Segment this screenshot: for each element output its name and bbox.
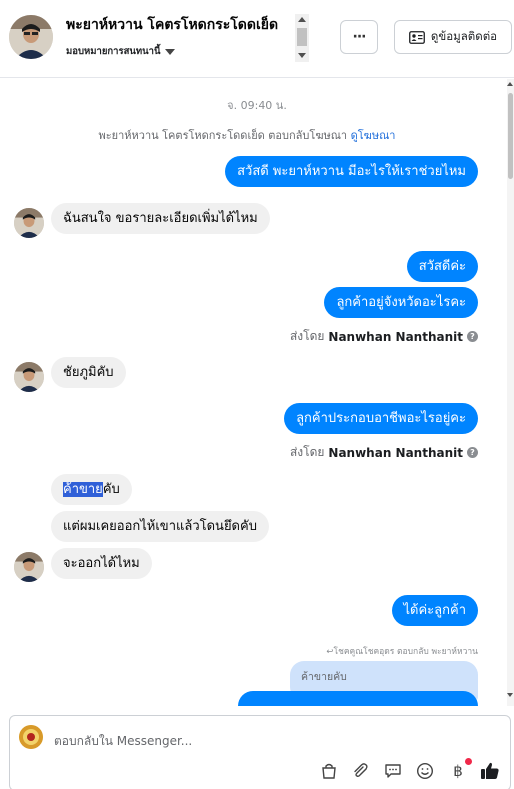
scroll-thumb[interactable] [297,28,307,46]
message-outgoing[interactable]: สวัสดี พะยาห์หวาน มีอะไรให้เราช่วยไหม [225,156,478,187]
sent-by-label: ส่งโดย Nanwhan Nanthanit ? [290,327,478,346]
help-icon[interactable]: ? [467,447,478,458]
scroll-up-arrow-icon[interactable] [298,17,306,22]
message-incoming[interactable]: ค้าขายคับ [51,474,132,505]
view-contact-label: ดูข้อมูลติดต่อ [430,29,498,43]
sender-name: Nanwhan Nanthanit [328,445,463,460]
assign-label: มอบหมายการสนทนานี้ [66,46,161,57]
chevron-down-icon [164,49,175,55]
message-text: คับ [102,482,120,497]
sent-by-prefix: ส่งโดย [289,445,325,459]
scroll-up-arrow-icon[interactable] [507,82,513,86]
view-ad-link[interactable]: ดูโฆษณา [351,129,396,142]
conversation-header: พะยาห์หวาน โคตรโหดกระโดดเย็ด มอบหมายการส… [0,0,514,78]
contact-name[interactable]: พะยาห์หวาน โคตรโหดกระโดดเย็ด [66,14,278,36]
baht-icon: ฿ [453,762,463,780]
emoji-icon[interactable] [414,760,436,782]
selected-text: ค้าขาย [63,482,103,497]
attachment-icon[interactable] [349,760,371,782]
contact-avatar-small [14,362,44,392]
contact-card-icon [409,30,425,44]
message-outgoing[interactable]: ลูกค้าประกอบอาชีพอะไรอยู่คะ [284,403,478,434]
reply-input[interactable]: ตอบกลับใน Messenger... [54,732,192,751]
message-incoming[interactable]: ฉันสนใจ ขอรายละเอียดเพิ่มได้ไหม [51,203,270,234]
message-outgoing[interactable]: สวัสดีค่ะ [406,251,478,282]
sent-by-label: ส่งโดย Nanwhan Nanthanit ? [290,443,478,462]
ad-reply-text: พะยาห์หวาน โคตรโหดกระโดดเย็ด ตอบกลับโฆษณ… [98,129,348,142]
saved-replies-icon[interactable] [382,760,404,782]
thread-scrollbar[interactable] [507,79,514,706]
message-incoming[interactable]: แต่ผมเคยออกไห้เขาแล้วโดนยึดคับ [51,511,269,542]
message-timestamp: จ. 09:40 น. [227,99,287,112]
payment-icon[interactable]: ฿ [447,758,472,782]
more-icon: ··· [352,29,367,45]
contact-avatar-small [14,552,44,582]
page-avatar [19,725,43,749]
more-options-button[interactable]: ··· [340,20,378,54]
message-composer[interactable]: ตอบกลับใน Messenger... ฿ [9,715,511,789]
message-incoming[interactable]: จะออกได้ไหม [51,548,152,579]
view-contact-button[interactable]: ดูข้อมูลติดต่อ [394,20,512,54]
sender-name: Nanwhan Nanthanit [328,329,463,344]
reply-note: ↩โชคคูณโชคอุดร ตอบกลับ พะยาห์หวาน [326,644,478,658]
message-outgoing[interactable]: ได้ค่ะลูกค้า [391,595,478,626]
scroll-down-arrow-icon[interactable] [507,693,513,697]
notification-dot [465,758,472,765]
contact-avatar[interactable] [9,15,53,59]
scroll-thumb[interactable] [508,93,513,179]
message-thread[interactable]: จ. 09:40 น. พะยาห์หวาน โคตรโหดกระโดดเย็ด… [0,79,514,706]
reply-arrow-icon: ↩ [326,647,334,657]
scroll-down-arrow-icon[interactable] [298,53,306,58]
reply-note-text: โชคคูณโชคอุดร ตอบกลับ พะยาห์หวาน [333,647,478,657]
header-scrollbar[interactable] [295,14,309,62]
sent-by-prefix: ส่งโดย [289,329,325,343]
message-incoming[interactable]: ชัยภูมิคับ [51,357,126,388]
help-icon[interactable]: ? [467,331,478,342]
contact-avatar-small [14,208,44,238]
message-outgoing-partial[interactable] [238,691,478,706]
assign-conversation-dropdown[interactable]: มอบหมายการสนทนานี้ [66,44,175,59]
message-outgoing[interactable]: ลูกค้าอยู่จังหวัดอะไรคะ [324,287,478,318]
shopping-bag-icon[interactable] [318,760,340,782]
like-icon[interactable] [479,760,501,782]
ad-reply-notice: พะยาห์หวาน โคตรโหดกระโดดเย็ด ตอบกลับโฆษณ… [0,126,494,144]
